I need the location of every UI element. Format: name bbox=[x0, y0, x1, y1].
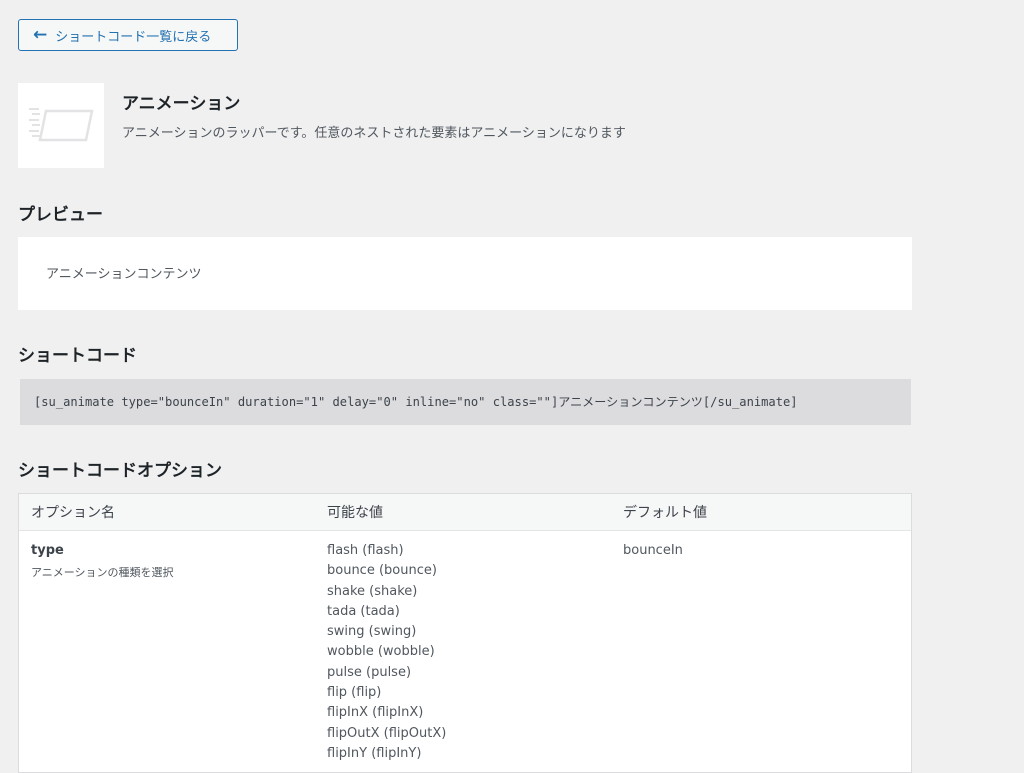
column-header-possible-values: 可能な値 bbox=[327, 505, 383, 521]
options-heading: ショートコードオプション bbox=[18, 461, 222, 481]
possible-values-list: flash (flash) bounce (bounce) shake (sha… bbox=[327, 543, 613, 766]
list-item: pulse (pulse) bbox=[327, 664, 412, 680]
list-item: swing (swing) bbox=[327, 624, 417, 640]
shortcode-heading: ショートコード bbox=[18, 346, 137, 366]
list-item: flash (flash) bbox=[327, 543, 404, 558]
shortcode-code-text[interactable]: [su_animate type="bounceIn" duration="1"… bbox=[34, 395, 798, 409]
option-name: type bbox=[31, 543, 64, 558]
preview-content: アニメーションコンテンツ bbox=[46, 267, 202, 282]
column-header-option-name: オプション名 bbox=[31, 505, 115, 521]
list-item: shake (shake) bbox=[327, 583, 418, 599]
shortcode-code[interactable]: [su_animate type="bounceIn" duration="1"… bbox=[20, 379, 911, 425]
preview-heading: プレビュー bbox=[18, 205, 103, 225]
shortcode-description: アニメーションのラッパーです。任意のネストされた要素はアニメーションになります bbox=[122, 126, 626, 141]
table-row: type アニメーションの種類を選択 flash (flash) bounce … bbox=[19, 531, 911, 766]
list-item: tada (tada) bbox=[327, 603, 400, 619]
list-item: bounce (bounce) bbox=[327, 563, 437, 579]
list-item: flip (flip) bbox=[327, 685, 382, 701]
arrow-left-icon: ← bbox=[33, 24, 48, 45]
preview-box: アニメーションコンテンツ bbox=[18, 237, 912, 310]
list-item: flipInY (flipInY) bbox=[327, 745, 422, 761]
list-item: flipInX (flipInX) bbox=[327, 705, 424, 721]
options-table-header: オプション名 可能な値 デフォルト値 bbox=[19, 494, 911, 531]
option-default-value: bounceIn bbox=[623, 543, 683, 558]
option-description: アニメーションの種類を選択 bbox=[31, 566, 174, 579]
animate-icon bbox=[18, 83, 104, 168]
column-header-default-value: デフォルト値 bbox=[623, 505, 707, 521]
list-item: wobble (wobble) bbox=[327, 644, 435, 660]
back-button-label: ショートコード一覧に戻る bbox=[55, 29, 212, 45]
options-table: オプション名 可能な値 デフォルト値 type アニメーションの種類を選択 fl… bbox=[18, 493, 912, 773]
list-item: flipOutX (flipOutX) bbox=[327, 725, 447, 741]
back-to-shortcodes-button[interactable]: ← ショートコード一覧に戻る bbox=[18, 19, 238, 51]
shortcode-title: アニメーション bbox=[122, 94, 241, 114]
